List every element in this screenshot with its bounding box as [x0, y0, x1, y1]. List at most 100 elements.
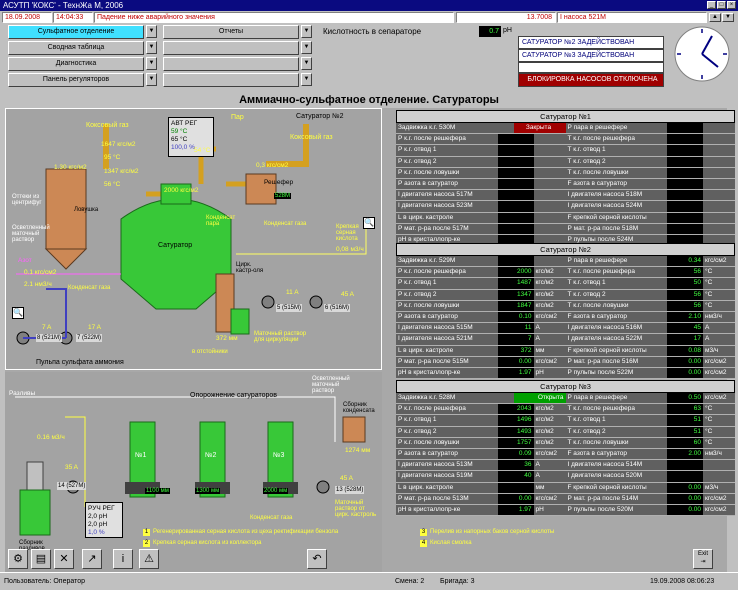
cell-unit [703, 190, 735, 200]
nav-diagnostics-button[interactable]: Диагностика [8, 57, 144, 71]
minimize-icon[interactable]: _ [707, 1, 716, 9]
table-cell: Р к.г. отвод 1 1487 кгс/м2 [396, 278, 566, 289]
zoom-icon[interactable]: 🔍 [363, 217, 375, 229]
cell-value [667, 201, 703, 212]
cell-value: 0.00 [667, 367, 703, 379]
table-row: Р к.г. отвод 2 1493 кгс/м2 Т к.г. отвод 2 51… [396, 426, 735, 438]
cell-value: 17 [667, 334, 703, 345]
table-title: Сатуратор №3 [396, 380, 735, 393]
steam-condensate-label: Конденсат пара [206, 215, 236, 227]
table-row: Р к.г. после решефера 2043 кгс/м2 Т к.г. по… [396, 404, 735, 416]
table-row: Р к.г. после решефера Т к.г. после решефе… [396, 134, 735, 146]
nav-empty-button[interactable] [163, 73, 299, 87]
print-icon[interactable]: ▤ [31, 549, 51, 569]
cell-unit: кгс/см2 [535, 312, 557, 320]
circ-liquor-label: Маточный раствор от цирк. кастроль [335, 500, 377, 518]
table-cell: Р к.г. отвод 1 1496 кгс/м2 [396, 415, 566, 426]
table-row: I двигателя насоса 521M 7 A I двигателя нас… [396, 334, 735, 346]
nav-reports-button[interactable]: Отчеты [163, 25, 299, 39]
alarm-down-icon[interactable]: ▼ [722, 13, 734, 22]
alarm-time: 14:04:33 [53, 12, 93, 23]
cell-unit [703, 145, 735, 155]
table-cell: Р к.г. после ловушки [396, 167, 566, 178]
chevron-down-icon[interactable]: ▼ [301, 25, 312, 38]
press-label: 2000 кгс/м2 [164, 187, 199, 194]
maximize-icon[interactable]: □ [717, 1, 726, 9]
cell-value [667, 471, 703, 482]
table-cell: Т к.г. после решефера [565, 134, 735, 145]
table-row: Р к.г. после решефера 2000 кгс/м2 Т к.г. по… [396, 267, 735, 279]
nav-empty-button[interactable] [163, 57, 299, 71]
slurry-label: Пульпа сульфата аммония [36, 359, 124, 366]
nav-sulfate-button[interactable]: Сульфатное отделение [8, 25, 144, 39]
table-row: L в цирк. кастроле мм F крепкой серной кис… [396, 482, 735, 494]
exit-button[interactable]: Exit ⇥ [693, 549, 713, 569]
cell-unit: кгс/м2 [535, 416, 554, 424]
cell-unit: pH [535, 505, 544, 513]
cell-unit: pH [535, 368, 544, 376]
chevron-down-icon[interactable]: ▼ [301, 57, 312, 70]
chevron-down-icon[interactable]: ▼ [146, 73, 157, 86]
nav-summary-button[interactable]: Сводная таблица [8, 41, 144, 55]
circ-liquor-label: Маточный раствор для циркуляции [254, 331, 307, 343]
cell-label: Р к.г. отвод 1 [398, 146, 437, 154]
cell-label: I двигателя насоса 516M [567, 324, 643, 332]
cell-value: Открыта [513, 393, 566, 404]
cell-value: 1.97 [497, 504, 534, 516]
table-row: L в цирк. кастроле F крепкой серной кисло… [396, 212, 735, 224]
close-icon[interactable]: × [727, 1, 736, 9]
table-row: Р к.г. после ловушки Т к.г. после ловушки [396, 167, 735, 179]
table-cell: I двигателя насоса 517M [396, 190, 566, 201]
info-icon[interactable]: i [113, 549, 133, 569]
cell-unit: A [535, 461, 540, 469]
zoom-icon[interactable]: 🔍 [12, 307, 24, 319]
table-cell: I двигателя насоса 521M 7 A [396, 334, 566, 345]
cell-label: Задвижка к.г. 530M [398, 124, 456, 131]
condensate-tank-label: Сборник конденсата [343, 402, 375, 414]
table-cell: Т к.г. после ловушки 60 °С [565, 437, 735, 448]
home-icon[interactable]: ⚙ [8, 549, 28, 569]
table-cell: F азота в сатуратор 2.00 нм3/ч [565, 448, 735, 460]
chevron-down-icon[interactable]: ▼ [146, 25, 157, 38]
cell-value: 51 [667, 415, 703, 426]
cell-label: L в цирк. кастроле [398, 483, 454, 491]
cell-value: 2.10 [667, 311, 703, 323]
cell-unit: кгс/см2 [535, 449, 557, 457]
cell-value [667, 167, 703, 178]
page-title: Аммиачно-сульфатное отделение. Сатуратор… [239, 94, 499, 106]
cell-unit: A [705, 335, 710, 343]
pump-block-alert: БЛОКИРОВКА НАСОСОВ ОТКЛЮЧЕНА [518, 73, 664, 87]
chevron-down-icon[interactable]: ▼ [146, 57, 157, 70]
undo-icon[interactable]: ↶ [307, 549, 327, 569]
table-row: Р азота в сатуратор 0.10 кгс/см2 F азота в … [396, 311, 735, 324]
amp-label: 11 A [286, 289, 299, 296]
table-row: Р мат. р-ра после 517M Р мат. р-ра после … [396, 223, 735, 235]
alarm-icon[interactable]: ⚠ [139, 549, 159, 569]
cell-label: F азота в сатуратор [567, 312, 627, 320]
cell-value: 51 [667, 426, 703, 437]
saturator3-table: Сатуратор №3 Задвижка к.г. 528M Открыта Р п… [396, 380, 735, 517]
chevron-down-icon[interactable]: ▼ [301, 73, 312, 86]
saturator-label: Сатуратор [158, 242, 193, 249]
cell-label: Задвижка к.г. 529M [398, 257, 456, 264]
status-line: САТУРАТОР №3 ЗАДЕЙСТВОВАН [518, 49, 664, 62]
nitrogen-flow: 2.1 нм3/ч [24, 281, 52, 288]
alarm-up-icon[interactable]: ▲ [709, 13, 721, 22]
nav-regulators-button[interactable]: Панель регуляторов [8, 73, 144, 87]
chevron-down-icon[interactable]: ▼ [146, 41, 157, 54]
trend-icon[interactable]: ↗ [82, 549, 102, 569]
nav-empty-button[interactable] [163, 41, 299, 55]
circ-tank-label: Цирк. кастр-оля [236, 262, 264, 274]
manual-reg-box[interactable]: РУЧ РЕГ 2,0 pH 2,0 pH 1,0 % [85, 502, 123, 538]
gas-condensate-label: Конденсат газа [264, 221, 307, 227]
table-row: I двигателя насоса 519M 40 A I двигателя на… [396, 471, 735, 483]
table-title: Сатуратор №2 [396, 243, 735, 256]
table-cell: F азота в сатуратор 2.10 нм3/ч [565, 311, 735, 323]
cell-value [667, 134, 703, 145]
cell-value: 7 [497, 334, 534, 345]
cell-label: Р к.г. после ловушки [398, 168, 460, 176]
cell-value [497, 190, 534, 201]
tools-icon[interactable]: ✕ [54, 549, 74, 569]
chevron-down-icon[interactable]: ▼ [301, 41, 312, 54]
cell-label: Т к.г. отвод 1 [567, 279, 606, 287]
